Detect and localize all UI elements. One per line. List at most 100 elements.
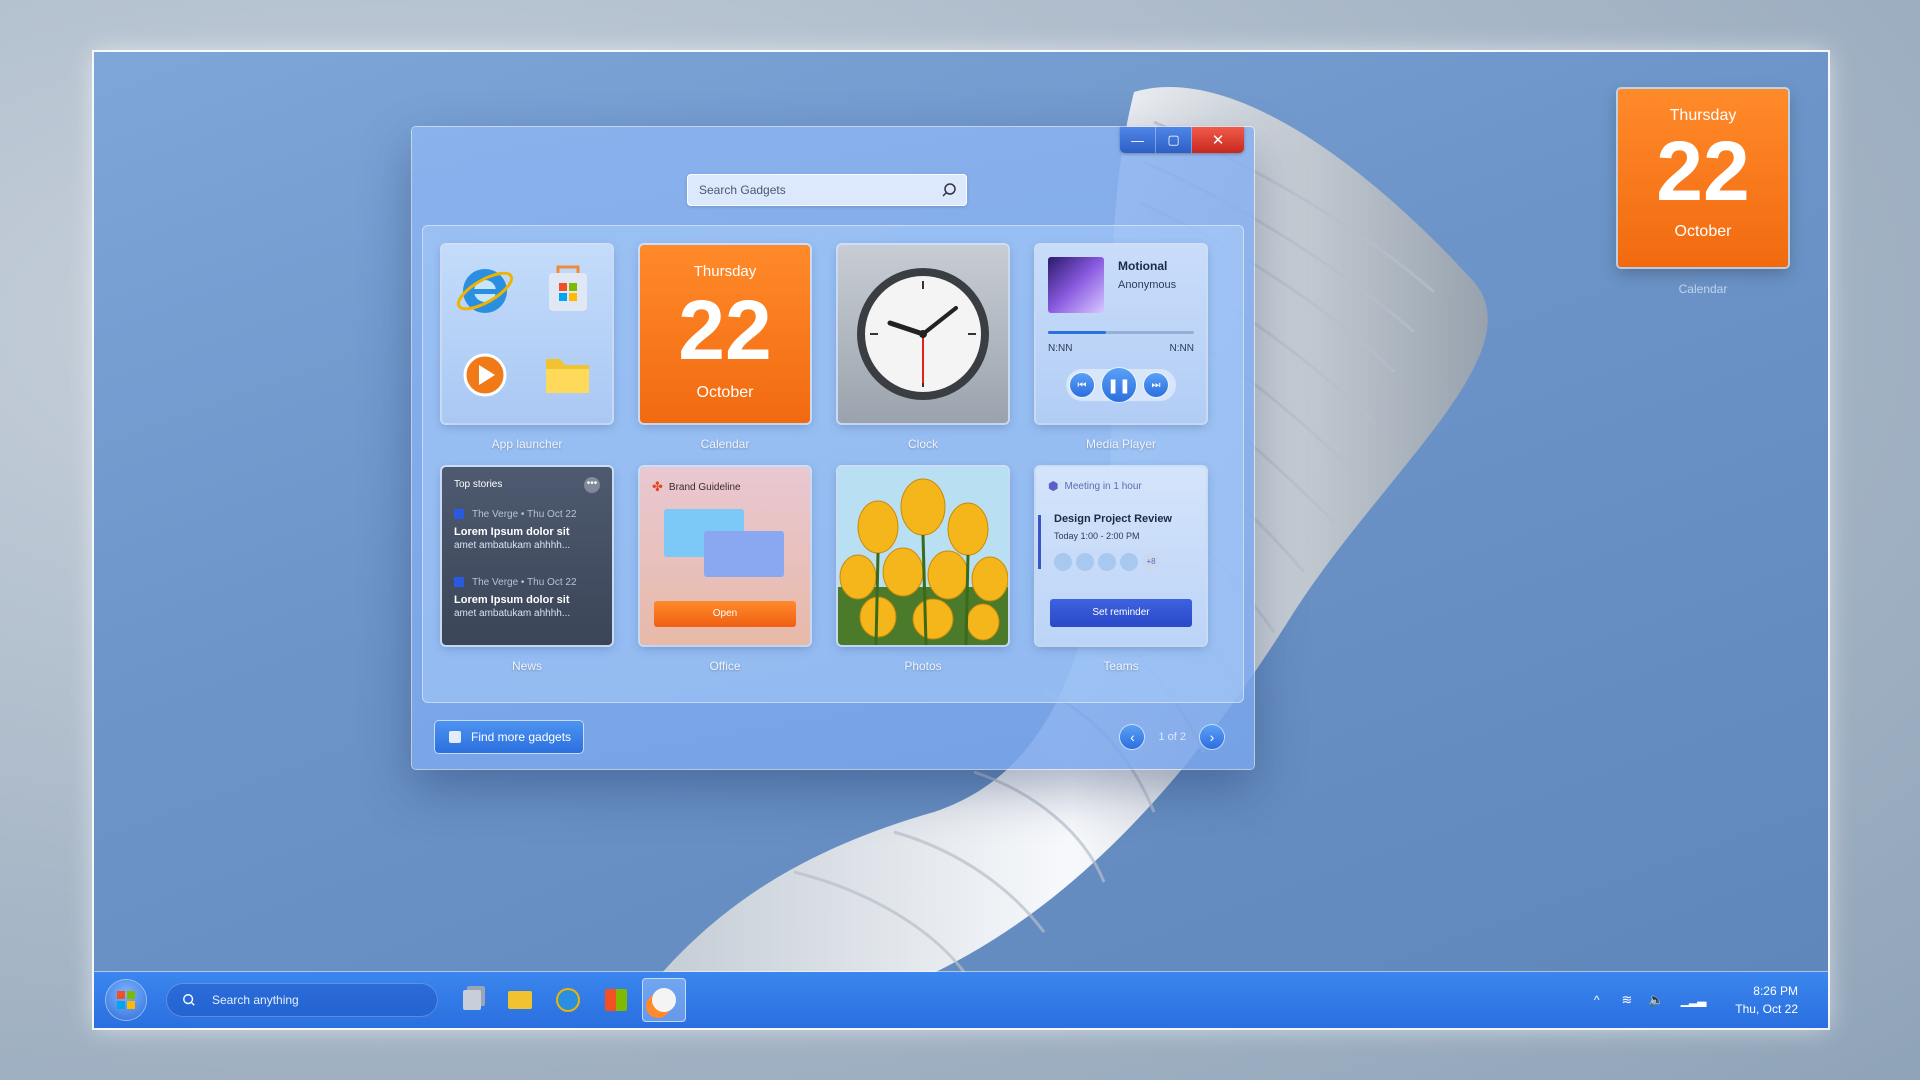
news-header: Top stories	[454, 479, 503, 490]
office-doc-title: Brand Guideline	[668, 481, 741, 493]
gadgets-icon	[449, 731, 461, 743]
pause-icon[interactable]: ❚❚	[1102, 368, 1136, 402]
news-gadget[interactable]: Top stories ••• The Verge • Thu Oct 22 L…	[442, 467, 612, 645]
media-player-gadget[interactable]: Motional Anonymous N:NN N:NN ⏮ ❚❚ ⏭	[1036, 245, 1206, 423]
desktop-calendar-date: 22	[1656, 124, 1750, 218]
meeting-title: Design Project Review	[1054, 513, 1172, 525]
calendar-day: Thursday	[693, 263, 757, 280]
signal-icon[interactable]: ▁▂▃	[1681, 993, 1707, 1007]
search-icon	[183, 994, 195, 1006]
total-time: N:NN	[1169, 343, 1194, 354]
start-button[interactable]	[106, 980, 146, 1020]
internet-explorer-icon[interactable]	[550, 982, 586, 1018]
elapsed-time: N:NN	[1048, 343, 1073, 354]
meeting-time: Today 1:00 - 2:00 PM	[1054, 531, 1140, 541]
more-options-icon[interactable]: •••	[584, 477, 600, 493]
desktop: — ▢ ✕ Search Gadgets App launcher Thursd…	[94, 52, 1828, 1028]
news-date: Thu Oct 22	[527, 577, 577, 588]
gadget-grid: App launcher Thursday 22 October Calenda…	[422, 225, 1244, 703]
calendar-date: 22	[678, 283, 772, 377]
find-more-gadgets-label: Find more gadgets	[471, 730, 572, 744]
office-icon: ✤	[652, 479, 663, 494]
news-item[interactable]: The Verge • Thu Oct 22 Lorem Ipsum dolor…	[454, 509, 604, 551]
track-progress[interactable]	[1048, 331, 1194, 334]
desktop-calendar-day: Thursday	[1669, 107, 1737, 124]
app-launcher-icons	[454, 265, 589, 397]
gadgets-app-icon[interactable]	[642, 978, 686, 1022]
source-logo-icon	[454, 577, 464, 588]
pagination: ‹ 1 of 2 ›	[1120, 725, 1224, 749]
store-icon[interactable]	[598, 982, 634, 1018]
file-explorer-icon[interactable]	[546, 359, 589, 393]
task-view-icon[interactable]	[454, 982, 490, 1018]
open-button[interactable]: Open	[654, 601, 796, 627]
chevron-up-icon[interactable]: ^	[1594, 993, 1600, 1007]
news-date: Thu Oct 22	[527, 509, 577, 520]
internet-explorer-icon[interactable]	[454, 266, 517, 315]
taskbar-date: Thu, Oct 22	[1735, 1002, 1798, 1016]
tulips-photo	[838, 467, 1008, 645]
system-tray: ^ ≋ 🔈 ▁▂▃ 8:26 PM Thu, Oct 22	[1594, 972, 1828, 1028]
gadget-search-input[interactable]: Search Gadgets	[687, 174, 967, 206]
track-title: Motional	[1118, 259, 1168, 273]
calendar-month: October	[696, 384, 754, 401]
search-icon[interactable]	[941, 182, 957, 198]
taskbar-search-placeholder: Search anything	[212, 993, 299, 1007]
wifi-icon[interactable]: ≋	[1622, 992, 1633, 1008]
office-label: Office	[709, 659, 741, 673]
set-reminder-button[interactable]: Set reminder	[1050, 599, 1192, 627]
clock-face	[857, 268, 989, 400]
windows-logo-icon	[117, 991, 135, 1009]
news-label: News	[511, 659, 542, 673]
news-source: The Verge	[472, 509, 519, 520]
track-artist: Anonymous	[1118, 279, 1177, 291]
minimize-button[interactable]: —	[1120, 127, 1156, 153]
taskbar: Search anything ^ ≋ 🔈 ▁▂▃ 8:26 PM Thu, O…	[94, 972, 1828, 1028]
taskbar-search-input[interactable]: Search anything	[166, 983, 438, 1017]
next-track-icon[interactable]: ⏭	[1144, 373, 1168, 397]
taskbar-clock[interactable]: 8:26 PM Thu, Oct 22	[1735, 982, 1798, 1018]
news-source: The Verge	[472, 577, 519, 588]
gadget-search-placeholder: Search Gadgets	[699, 183, 786, 197]
news-headline: Lorem Ipsum dolor sit	[454, 526, 570, 538]
desktop-calendar-label: Calendar	[1678, 282, 1728, 296]
extra-attendees: +8	[1142, 553, 1160, 571]
meeting-notice: Meeting in 1 hour	[1064, 480, 1142, 492]
close-button[interactable]: ✕	[1192, 127, 1244, 153]
media-player-icon[interactable]	[463, 353, 507, 397]
find-more-gadgets-button[interactable]: Find more gadgets	[435, 721, 583, 753]
photos-gadget[interactable]	[838, 467, 1008, 645]
previous-page-icon[interactable]: ‹	[1120, 725, 1145, 749]
teams-gadget[interactable]: ⬢ Meeting in 1 hour Design Project Revie…	[1036, 467, 1206, 645]
album-art	[1048, 257, 1104, 313]
previous-track-icon[interactable]: ⏮	[1070, 373, 1094, 397]
page-indicator: 1 of 2	[1158, 731, 1186, 743]
app-launcher-gadget[interactable]	[442, 245, 612, 423]
news-summary: amet ambatukam ahhhh...	[454, 608, 571, 619]
news-summary: amet ambatukam ahhhh...	[454, 540, 571, 551]
teams-label: Teams	[1103, 659, 1139, 673]
clock-gadget[interactable]	[838, 245, 1008, 423]
office-gadget[interactable]: ✤ Brand Guideline Open	[640, 467, 810, 645]
photos-label: Photos	[904, 659, 942, 673]
teams-icon: ⬢	[1048, 479, 1059, 493]
file-explorer-icon[interactable]	[502, 982, 538, 1018]
window-controls: — ▢ ✕	[1120, 127, 1244, 153]
calendar-gadget[interactable]: Thursday 22 October	[640, 245, 810, 423]
calendar-label: Calendar	[700, 437, 750, 451]
track-progress-fill	[1048, 331, 1107, 334]
next-page-icon[interactable]: ›	[1200, 725, 1224, 749]
news-headline: Lorem Ipsum dolor sit	[454, 594, 570, 606]
taskbar-time: 8:26 PM	[1753, 984, 1798, 998]
volume-icon[interactable]: 🔈	[1648, 992, 1664, 1008]
store-icon[interactable]	[549, 265, 587, 311]
maximize-button[interactable]: ▢	[1156, 127, 1192, 153]
gadgets-window: — ▢ ✕ Search Gadgets App launcher Thursd…	[412, 127, 1254, 769]
news-item[interactable]: The Verge • Thu Oct 22 Lorem Ipsum dolor…	[454, 577, 604, 619]
desktop-calendar-gadget[interactable]: Thursday 22 October	[1618, 89, 1788, 267]
clock-label: Clock	[907, 437, 938, 451]
desktop-calendar-month: October	[1674, 223, 1732, 240]
attendee-avatars: +8	[1054, 553, 1160, 571]
source-logo-icon	[454, 509, 464, 520]
media-player-label: Media Player	[1085, 437, 1157, 451]
